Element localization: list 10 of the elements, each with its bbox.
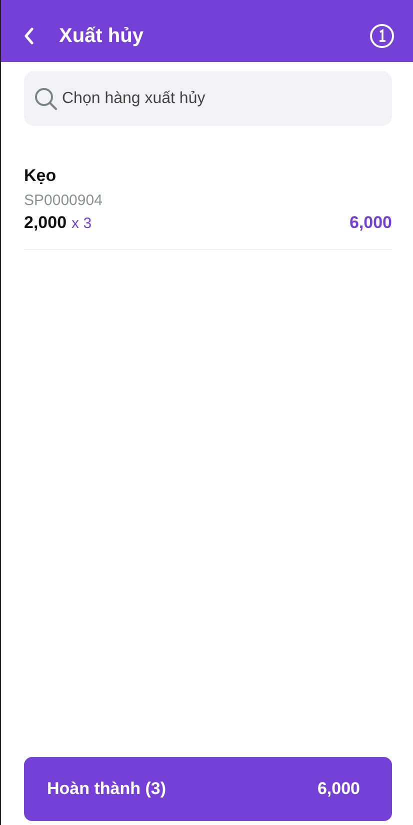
product-name: Kẹo [24, 166, 58, 186]
product-code: SP0000904 [24, 192, 104, 209]
complete-button[interactable]: Hoàn thành (3) 6,000 [24, 757, 392, 821]
search-field[interactable]: Chọn hàng xuất hủy [24, 71, 392, 126]
line-total: 6,000 [349, 213, 392, 233]
info-icon[interactable] [369, 23, 395, 49]
back-icon[interactable] [23, 27, 35, 45]
unit-price: 2,000 [24, 213, 67, 233]
quantity: x 3 [72, 215, 92, 232]
screen-title: Xuất hủy [59, 24, 144, 48]
